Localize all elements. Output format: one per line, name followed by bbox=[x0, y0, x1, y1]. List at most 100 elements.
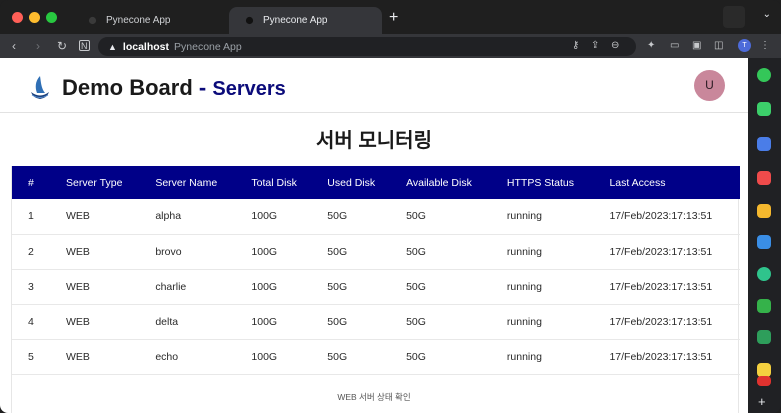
column-header-index: # bbox=[28, 176, 34, 189]
green-chat-extension-icon[interactable] bbox=[757, 299, 771, 313]
tab-bar: Pynecone App Pynecone App + ⌄ bbox=[0, 0, 781, 34]
reader-mode-icon[interactable]: N bbox=[79, 40, 90, 51]
table-cell: charlie bbox=[139, 269, 236, 305]
extension-sidebar: + bbox=[748, 58, 781, 413]
green-play-extension-icon[interactable] bbox=[757, 267, 771, 281]
reload-icon[interactable]: ↻ bbox=[57, 38, 67, 54]
tab-search-chevron-icon[interactable]: ⌄ bbox=[763, 9, 771, 20]
key-icon[interactable]: ⚷ bbox=[572, 38, 579, 54]
table-cell: WEB bbox=[50, 304, 140, 340]
table-cell: 17/Feb/2023:17:13:51 bbox=[593, 304, 740, 340]
kebab-menu-icon[interactable]: ⋮ bbox=[760, 38, 770, 54]
table-cell: WEB bbox=[50, 269, 140, 305]
tab-label: Pynecone App bbox=[106, 15, 171, 26]
green-calc-extension-icon[interactable] bbox=[757, 330, 771, 344]
table-cell: 100G bbox=[235, 339, 312, 375]
zoom-icon[interactable]: ⊖ bbox=[611, 38, 619, 54]
minimize-window-button[interactable] bbox=[29, 12, 40, 23]
table-cell: WEB bbox=[50, 339, 140, 375]
table-cell: 100G bbox=[235, 269, 312, 305]
forward-arrow-icon[interactable]: › bbox=[36, 38, 40, 54]
table-cell: 50G bbox=[390, 269, 491, 305]
cast-icon[interactable]: ▭ bbox=[670, 38, 679, 54]
green-circle-extension-icon[interactable] bbox=[757, 68, 771, 82]
table-cell: 3 bbox=[12, 269, 50, 305]
extension-puzzle-icon[interactable]: ✦ bbox=[647, 38, 655, 54]
table-cell: WEB bbox=[50, 199, 140, 235]
profile-avatar[interactable]: T bbox=[738, 39, 751, 52]
table-cell: running bbox=[490, 199, 594, 235]
blue-box-extension-icon[interactable] bbox=[757, 137, 771, 151]
new-tab-button[interactable]: + bbox=[389, 10, 398, 26]
yellow-star-extension-icon[interactable] bbox=[757, 204, 771, 218]
table-cell: 100G bbox=[235, 234, 312, 270]
table-cell: 1 bbox=[12, 199, 50, 235]
browser-account-icon[interactable] bbox=[723, 6, 745, 28]
table-row: 2 WEB brovo 100G 50G 50G running 17/Feb/… bbox=[12, 234, 740, 270]
screenshot-icon[interactable]: ▣ bbox=[692, 38, 701, 54]
green-bell-extension-icon[interactable] bbox=[757, 102, 771, 116]
table-cell: 50G bbox=[390, 234, 491, 270]
tab-pynecone-1[interactable]: Pynecone App bbox=[72, 7, 224, 34]
table-cell: 100G bbox=[235, 304, 312, 340]
column-header-server-type: Server Type bbox=[66, 176, 123, 189]
tab-pynecone-2[interactable]: Pynecone App bbox=[229, 7, 382, 34]
table-cell: 17/Feb/2023:17:13:51 bbox=[593, 269, 740, 305]
tab-label: Pynecone App bbox=[263, 15, 328, 26]
table-row: 1 WEB alpha 100G 50G 50G running 17/Feb/… bbox=[12, 199, 740, 235]
table-cell: 50G bbox=[311, 199, 391, 235]
table-row: 5 WEB echo 100G 50G 50G running 17/Feb/2… bbox=[12, 339, 740, 375]
red-badge-extension-icon[interactable] bbox=[757, 376, 771, 386]
table-cell: delta bbox=[139, 304, 236, 340]
address-page-title: Pynecone App bbox=[174, 40, 242, 53]
column-header-last-access: Last Access bbox=[609, 176, 666, 189]
share-icon[interactable]: ⇪ bbox=[591, 38, 599, 54]
table-cell: 5 bbox=[12, 339, 50, 375]
warning-triangle-icon: ▲ bbox=[108, 41, 117, 52]
table-cell: echo bbox=[139, 339, 236, 375]
brand-title: Demo Board - Servers bbox=[62, 75, 286, 101]
ship-logo-icon bbox=[31, 76, 49, 99]
table-cell: 17/Feb/2023:17:13:51 bbox=[593, 199, 740, 235]
table-cell: 17/Feb/2023:17:13:51 bbox=[593, 339, 740, 375]
brand-name: Demo Board bbox=[62, 75, 193, 100]
address-bar[interactable]: ▲ localhost Pynecone App bbox=[98, 37, 636, 56]
server-table: # Server Type Server Name Total Disk Use… bbox=[12, 166, 740, 375]
table-cell: WEB bbox=[50, 234, 140, 270]
close-window-button[interactable] bbox=[12, 12, 23, 23]
table-cell: 17/Feb/2023:17:13:51 bbox=[593, 234, 740, 270]
brand-separator: - bbox=[192, 75, 213, 100]
brand-subtitle: Servers bbox=[212, 78, 286, 100]
table-cell: 50G bbox=[390, 199, 491, 235]
table-cell: alpha bbox=[139, 199, 236, 235]
column-header-https-status: HTTPS Status bbox=[506, 176, 575, 189]
address-host: localhost bbox=[122, 40, 170, 53]
table-cell: 50G bbox=[311, 269, 391, 305]
side-panel-icon[interactable]: ◫ bbox=[714, 38, 723, 54]
table-cell: 50G bbox=[311, 234, 391, 270]
column-header-server-name: Server Name bbox=[155, 176, 218, 189]
yellow-note-extension-icon[interactable] bbox=[757, 363, 771, 377]
column-header-total-disk: Total Disk bbox=[251, 176, 297, 189]
column-header-available-disk: Available Disk bbox=[406, 176, 472, 189]
back-arrow-icon[interactable]: ‹ bbox=[12, 38, 16, 54]
table-cell: 50G bbox=[390, 304, 491, 340]
server-table-container: # Server Type Server Name Total Disk Use… bbox=[11, 166, 740, 413]
user-avatar[interactable]: U bbox=[694, 70, 725, 101]
table-cell: running bbox=[490, 339, 594, 375]
blue-cloud-extension-icon[interactable] bbox=[757, 235, 771, 249]
add-extension-button[interactable]: + bbox=[758, 395, 766, 408]
app-navbar: Demo Board - Servers U bbox=[0, 58, 748, 113]
table-caption: WEB 서버 상태 확인 bbox=[337, 392, 411, 402]
web-page: Demo Board - Servers U 서버 모니터링 # Server … bbox=[0, 58, 748, 413]
maximize-window-button[interactable] bbox=[46, 12, 57, 23]
table-cell: running bbox=[490, 269, 594, 305]
table-cell: 50G bbox=[311, 339, 391, 375]
table-row: 4 WEB delta 100G 50G 50G running 17/Feb/… bbox=[12, 304, 740, 340]
pynecone-favicon-icon bbox=[88, 16, 97, 25]
pynecone-favicon-icon bbox=[245, 16, 254, 25]
red-pocket-extension-icon[interactable] bbox=[757, 171, 771, 185]
browser-window: Pynecone App Pynecone App + ⌄ ‹ › ↻ N ▲ … bbox=[0, 0, 781, 413]
table-cell: brovo bbox=[139, 234, 236, 270]
table-cell: running bbox=[490, 304, 594, 340]
